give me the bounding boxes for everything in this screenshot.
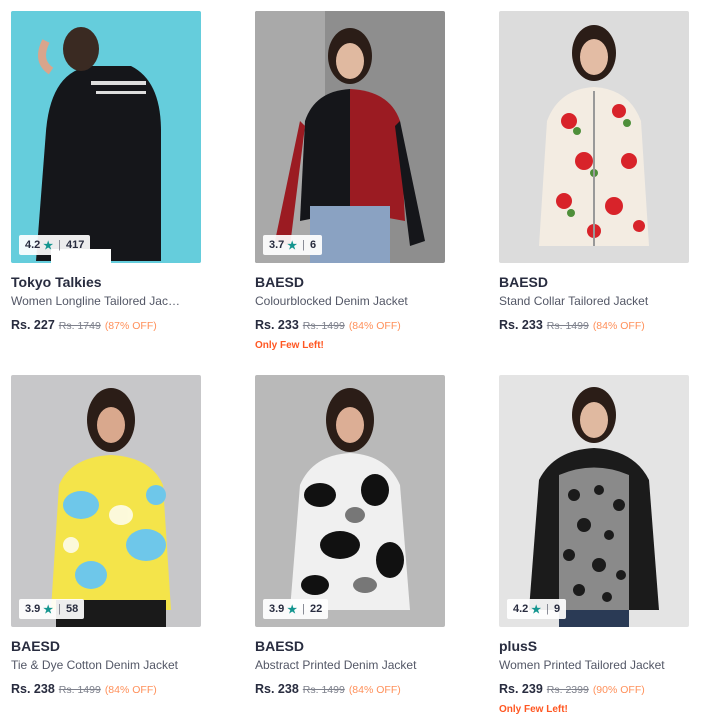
rating-value: 3.9 [25, 603, 41, 615]
product-price: Rs. 233 [499, 318, 543, 332]
rating-badge: 3.7 ★ | 6 [263, 235, 323, 255]
product-price: Rs. 238 [255, 682, 299, 696]
star-icon: ★ [287, 603, 298, 616]
rating-badge: 4.2 ★ | 9 [507, 599, 567, 619]
few-left-label: Only Few Left! [499, 704, 568, 715]
product-discount: (84% OFF) [592, 320, 645, 332]
rating-separator: | [58, 239, 62, 251]
product-discount: (90% OFF) [592, 684, 645, 696]
price-row: Rs. 233 Rs. 1499 (84% OFF) [499, 318, 689, 333]
product-card[interactable]: 4.2 ★ | 417 Tokyo Talkies Women Longline… [11, 11, 201, 333]
product-discount: (84% OFF) [348, 320, 401, 332]
star-icon: ★ [531, 603, 542, 616]
product-brand: BAESD [255, 274, 305, 290]
product-mrp: Rs. 1749 [58, 320, 101, 332]
rating-separator: | [302, 603, 306, 615]
rating-count: 22 [310, 603, 323, 615]
rating-value: 3.9 [269, 603, 285, 615]
product-image[interactable]: 3.7 ★ | 6 [255, 11, 445, 263]
product-brand: BAESD [11, 638, 61, 654]
rating-badge: 3.9 ★ | 22 [263, 599, 329, 619]
product-price: Rs. 238 [11, 682, 55, 696]
product-image[interactable]: 4.2 ★ | 9 [499, 375, 689, 627]
product-title: Abstract Printed Denim Jacket [255, 658, 417, 672]
product-card[interactable]: 3.9 ★ | 22 BAESD Abstract Printed Denim … [255, 375, 445, 697]
product-image[interactable]: 4.2 ★ | 417 [11, 11, 201, 263]
price-row: Rs. 238 Rs. 1499 (84% OFF) [255, 682, 445, 697]
rating-separator: | [58, 603, 62, 615]
star-icon: ★ [287, 239, 298, 252]
rating-value: 4.2 [25, 239, 41, 251]
product-price: Rs. 239 [499, 682, 543, 696]
product-card[interactable]: BAESD Stand Collar Tailored Jacket Rs. 2… [499, 11, 689, 333]
product-title: Colourblocked Denim Jacket [255, 294, 408, 308]
product-brand: BAESD [255, 638, 305, 654]
rating-badge: 4.2 ★ | 417 [19, 235, 91, 255]
product-price: Rs. 233 [255, 318, 299, 332]
product-title: Stand Collar Tailored Jacket [499, 294, 649, 308]
rating-separator: | [302, 239, 306, 251]
product-mrp: Rs. 2399 [546, 684, 589, 696]
rating-badge: 3.9 ★ | 58 [19, 599, 85, 619]
price-row: Rs. 227 Rs. 1749 (87% OFF) [11, 318, 201, 333]
product-brand: Tokyo Talkies [11, 274, 102, 290]
product-price: Rs. 227 [11, 318, 55, 332]
product-discount: (87% OFF) [104, 320, 157, 332]
product-mrp: Rs. 1499 [302, 684, 345, 696]
rating-value: 4.2 [513, 603, 529, 615]
rating-count: 58 [66, 603, 79, 615]
few-left-label: Only Few Left! [255, 340, 324, 351]
price-row: Rs. 233 Rs. 1499 (84% OFF) [255, 318, 445, 333]
product-card[interactable]: 4.2 ★ | 9 plusS Women Printed Tailored J… [499, 375, 689, 716]
rating-separator: | [546, 603, 550, 615]
product-image[interactable]: 3.9 ★ | 58 [11, 375, 201, 627]
product-image[interactable]: 3.9 ★ | 22 [255, 375, 445, 627]
star-icon: ★ [43, 239, 54, 252]
product-mrp: Rs. 1499 [58, 684, 101, 696]
product-image[interactable] [499, 11, 689, 263]
star-icon: ★ [43, 603, 54, 616]
product-mrp: Rs. 1499 [546, 320, 589, 332]
product-mrp: Rs. 1499 [302, 320, 345, 332]
price-row: Rs. 239 Rs. 2399 (90% OFF) [499, 682, 689, 697]
product-card[interactable]: 3.9 ★ | 58 BAESD Tie & Dye Cotton Denim … [11, 375, 201, 697]
price-row: Rs. 238 Rs. 1499 (84% OFF) [11, 682, 201, 697]
product-discount: (84% OFF) [348, 684, 401, 696]
product-brand: BAESD [499, 274, 549, 290]
product-title: Tie & Dye Cotton Denim Jacket [11, 658, 178, 672]
product-title: Women Printed Tailored Jacket [499, 658, 665, 672]
product-brand: plusS [499, 638, 538, 654]
rating-value: 3.7 [269, 239, 285, 251]
product-discount: (84% OFF) [104, 684, 157, 696]
rating-count: 9 [554, 603, 561, 615]
product-card[interactable]: 3.7 ★ | 6 BAESD Colourblocked Denim Jack… [255, 11, 445, 352]
product-grid: 4.2 ★ | 417 Tokyo Talkies Women Longline… [0, 0, 717, 715]
rating-count: 6 [310, 239, 317, 251]
rating-count: 417 [66, 239, 85, 251]
product-title: Women Longline Tailored Jacket [11, 294, 183, 308]
